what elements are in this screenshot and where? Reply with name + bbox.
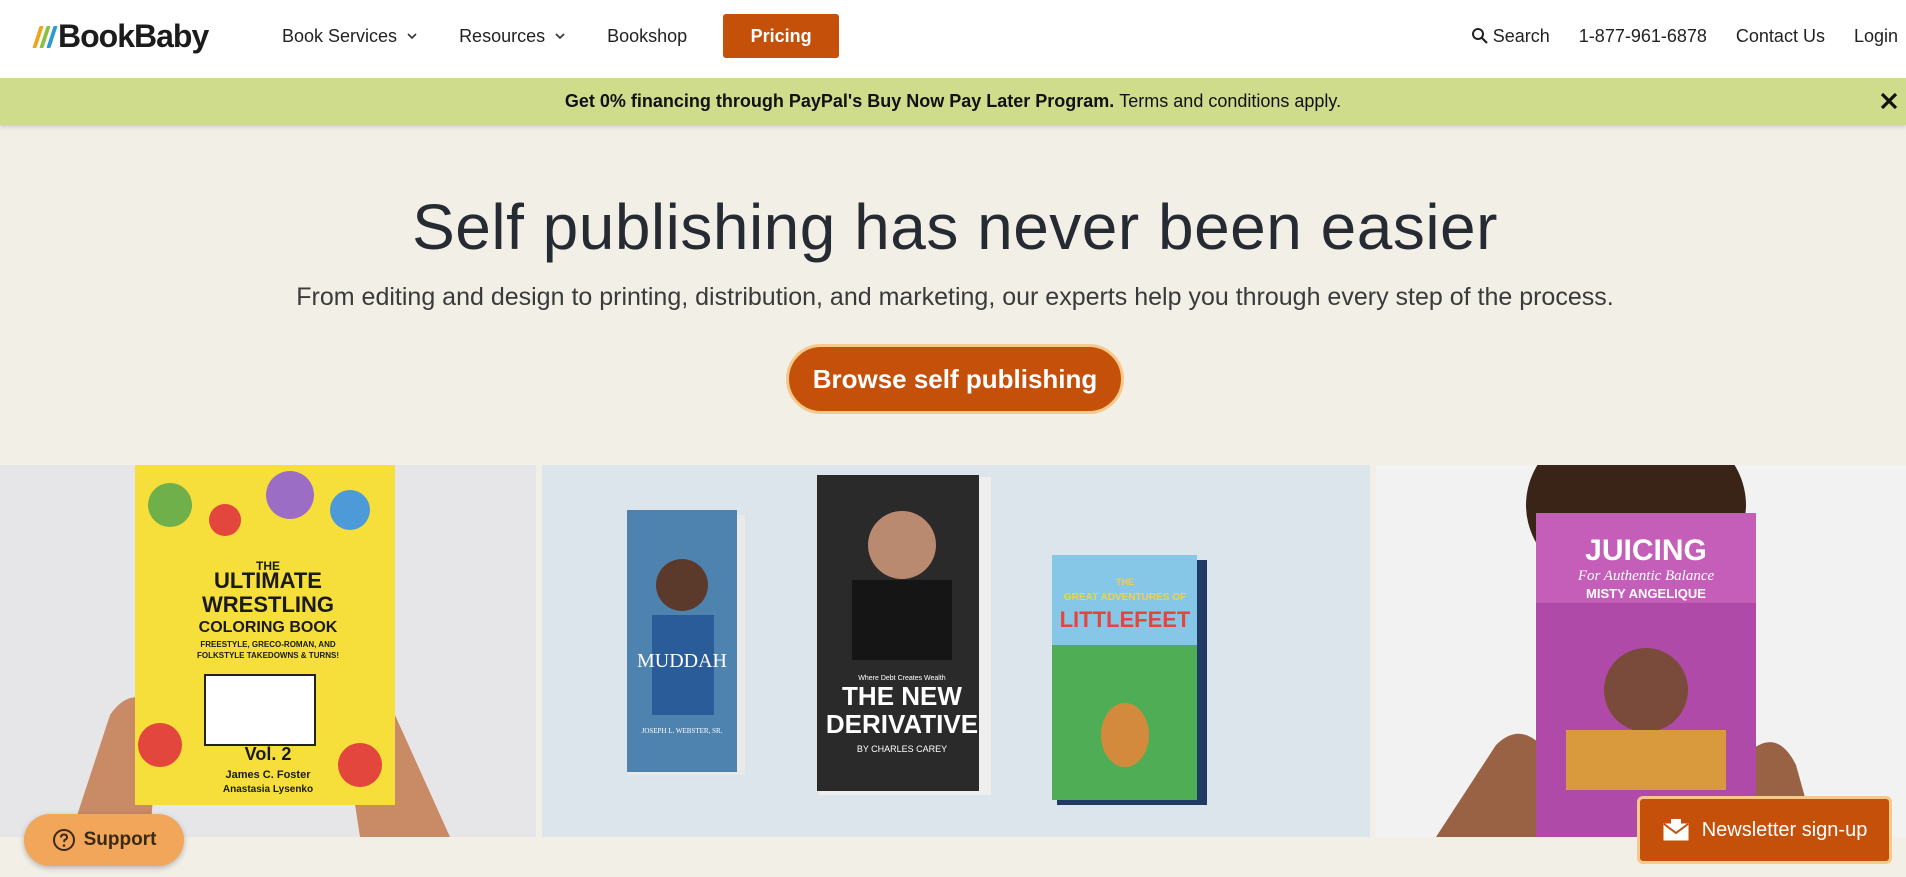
book-subtitle-line1: FREESTYLE, GRECO-ROMAN, AND <box>200 640 335 649</box>
promo-text: Terms and conditions apply. <box>1119 91 1342 111</box>
newsletter-signup-button[interactable]: Newsletter sign-up <box>1637 796 1892 864</box>
book-title: JUICING <box>1585 534 1707 567</box>
coloring-book-image: THE ULTIMATE WRESTLING COLORING BOOK FRE… <box>0 465 536 837</box>
book2-title-line2: DERIVATIVE <box>826 709 978 739</box>
book-author1: James C. Foster <box>226 769 312 781</box>
search-icon <box>1471 28 1488 44</box>
book-volume: Vol. 2 <box>245 744 292 764</box>
pricing-button[interactable]: Pricing <box>723 14 840 58</box>
hero-title: Self publishing has never been easier <box>412 191 1498 263</box>
nav-item-label: Book Services <box>282 25 398 46</box>
browse-self-publishing-button[interactable]: Browse self publishing <box>786 344 1124 414</box>
bookbaby-logo[interactable]: BookBaby <box>32 16 209 56</box>
help-icon <box>52 829 75 851</box>
book3-title-line2: GREAT ADVENTURES OF <box>1064 592 1186 603</box>
nav-book-services[interactable]: Book Services <box>282 26 419 47</box>
book-author2: Anastasia Lysenko <box>223 784 313 795</box>
book-subtitle: For Authentic Balance <box>1577 568 1715 584</box>
showcase-panel-middle: MUDDAH JOSEPH L. WEBSTER, SR. Where Debt… <box>542 465 1370 837</box>
main-nav: Book Services Resources Bookshop Pricing <box>282 0 840 72</box>
book-author: MISTY ANGELIQUE <box>1586 586 1706 601</box>
nav-bookshop[interactable]: Bookshop <box>607 26 687 47</box>
book-title-line4: COLORING BOOK <box>199 619 338 636</box>
book2-title-line1: THE NEW <box>842 681 962 711</box>
promo-banner: Get 0% financing through PayPal's Buy No… <box>0 78 1906 125</box>
book1-author: JOSEPH L. WEBSTER, SR. <box>642 727 723 735</box>
utility-nav: Search 1-877-961-6878 Contact Us Login <box>1442 0 1898 72</box>
books-lineup-image: MUDDAH JOSEPH L. WEBSTER, SR. Where Debt… <box>542 465 1370 837</box>
book-title-line2: ULTIMATE <box>214 568 322 593</box>
site-header: BookBaby Book Services Resources Booksho… <box>0 0 1906 78</box>
showcase-panel-right: JUICING For Authentic Balance MISTY ANGE… <box>1376 465 1906 837</box>
close-icon[interactable] <box>1878 90 1900 112</box>
nav-resources[interactable]: Resources <box>459 26 567 47</box>
login-link[interactable]: Login <box>1854 26 1898 47</box>
logo-mark-icon <box>32 24 58 48</box>
support-label: Support <box>83 829 157 850</box>
book-subtitle-line2: FOLKSTYLE TAKEDOWNS & TURNS! <box>197 651 339 660</box>
phone-link[interactable]: 1-877-961-6878 <box>1579 26 1707 47</box>
logo-text: BookBaby <box>58 17 209 54</box>
book-title-line3: WRESTLING <box>202 592 334 617</box>
nav-item-label: Resources <box>459 25 546 46</box>
chevron-down-icon <box>407 33 417 40</box>
book3-title-line3: LITTLEFEET <box>1060 607 1191 632</box>
juicing-book-image: JUICING For Authentic Balance MISTY ANGE… <box>1376 465 1906 837</box>
chevron-down-icon <box>555 33 565 40</box>
search-label: Search <box>1492 25 1550 46</box>
newsletter-label: Newsletter sign-up <box>1701 818 1868 841</box>
hero-subtitle: From editing and design to printing, dis… <box>296 283 1614 311</box>
contact-us-link[interactable]: Contact Us <box>1736 26 1825 47</box>
nav-item-label: Bookshop <box>607 25 688 46</box>
book3-title-line1: THE <box>1116 577 1134 587</box>
showcase-panel-left: THE ULTIMATE WRESTLING COLORING BOOK FRE… <box>0 465 536 837</box>
book1-title: MUDDAH <box>637 650 727 672</box>
envelope-icon <box>1663 819 1689 841</box>
support-button[interactable]: Support <box>24 814 184 866</box>
promo-bold-text: Get 0% financing through PayPal's Buy No… <box>564 91 1115 111</box>
search-link[interactable]: Search <box>1471 26 1550 47</box>
book2-author: BY CHARLES CAREY <box>857 744 947 754</box>
